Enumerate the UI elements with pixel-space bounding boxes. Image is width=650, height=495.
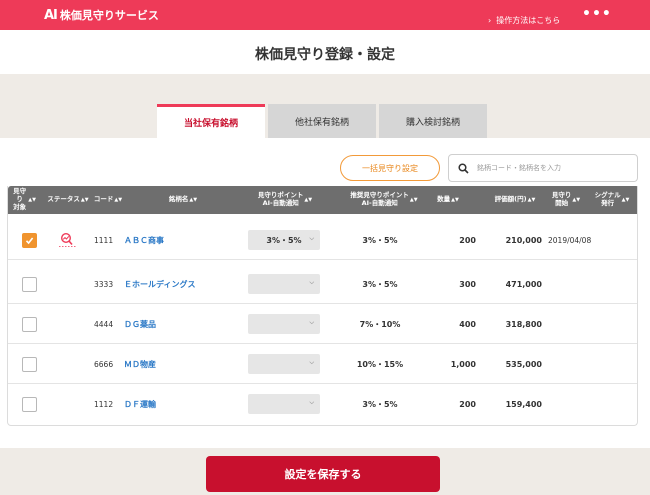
more-menu-icon[interactable]: ••• bbox=[582, 6, 612, 22]
watch-point-select[interactable]: ⌵ bbox=[248, 394, 320, 414]
recommended-point: 7%・10% bbox=[359, 319, 401, 329]
stock-name[interactable]: Ｅホールディングス bbox=[124, 264, 195, 304]
header-signal[interactable]: シグナル 発行 ▲▼ bbox=[590, 186, 634, 214]
valuation: 210,000 bbox=[505, 235, 542, 245]
bulk-watch-button[interactable]: 一括見守り設定 bbox=[340, 155, 440, 181]
header-watch[interactable]: 見守り 対象 ▲▼ bbox=[12, 186, 36, 214]
stock-code: 1111 bbox=[94, 235, 114, 245]
top-bar: AI 株価見守りサービス › 操作方法はこちら ••• bbox=[0, 0, 650, 30]
header-value[interactable]: 評価額(円) ▲▼ bbox=[484, 186, 546, 214]
watch-point-select[interactable]: ⌵ bbox=[248, 314, 320, 334]
valuation: 471,000 bbox=[505, 279, 542, 289]
help-link[interactable]: › 操作方法はこちら bbox=[488, 15, 560, 26]
tab-other-holdings[interactable]: 他社保有銘柄 bbox=[268, 104, 376, 138]
valuation: 535,000 bbox=[505, 359, 542, 369]
quantity: 1,000 bbox=[450, 359, 476, 369]
chevron-down-icon: ⌵ bbox=[309, 279, 314, 286]
watch-checkbox[interactable] bbox=[22, 316, 37, 332]
tab-own-holdings[interactable]: 当社保有銘柄 bbox=[157, 104, 265, 138]
stock-name[interactable]: ＭＤ物産 bbox=[124, 344, 156, 384]
header-code[interactable]: コード ▲▼ bbox=[92, 186, 124, 214]
header-watch-point[interactable]: 見守りポイント AI-自動通知 ▲▼ bbox=[240, 186, 330, 214]
quantity: 200 bbox=[459, 399, 476, 409]
chevron-down-icon: ⌵ bbox=[309, 399, 314, 406]
recommended-point: 3%・5% bbox=[362, 235, 398, 245]
table-row: 3333 Ｅホールディングス ⌵ 3%・5% 300 471,000 bbox=[8, 264, 637, 304]
quantity: 400 bbox=[459, 319, 476, 329]
stock-code: 1112 bbox=[94, 399, 114, 409]
save-settings-button[interactable]: 設定を保存する bbox=[206, 456, 440, 492]
valuation: 318,800 bbox=[505, 319, 542, 329]
title-bar: 株価見守り登録・設定 bbox=[0, 30, 650, 74]
tab-bar: 当社保有銘柄 他社保有銘柄 購入検討銘柄 bbox=[157, 104, 490, 138]
chevron-down-icon: ⌵ bbox=[309, 319, 314, 326]
app-name: 株価見守りサービス bbox=[59, 9, 159, 22]
help-link-label: 操作方法はこちら bbox=[496, 16, 561, 25]
table-row: 6666 ＭＤ物産 ⌵ 10%・15% 1,000 535,000 bbox=[8, 344, 637, 384]
chevron-right-icon: › bbox=[488, 16, 492, 25]
stock-code: 6666 bbox=[94, 359, 114, 369]
stock-code: 3333 bbox=[94, 279, 114, 289]
watch-checkbox[interactable] bbox=[22, 276, 37, 292]
app-logo[interactable]: AI 株価見守りサービス bbox=[44, 7, 159, 23]
table-row: 1111 ＡＢＣ商事 3%・5% ⌵ 3%・5% 200 210,000 2019… bbox=[8, 220, 637, 260]
stock-name[interactable]: ＤＧ薬品 bbox=[124, 304, 156, 344]
search-icon[interactable] bbox=[449, 162, 477, 174]
watch-point-select[interactable]: 3%・5% ⌵ bbox=[248, 230, 320, 250]
watch-checkbox[interactable] bbox=[22, 232, 37, 248]
quantity: 300 bbox=[459, 279, 476, 289]
page-title: 株価見守り登録・設定 bbox=[255, 47, 395, 63]
stock-name[interactable]: ＡＢＣ商事 bbox=[124, 220, 164, 260]
recommended-point: 3%・5% bbox=[362, 279, 398, 289]
tab-purchase-candidates[interactable]: 購入検討銘柄 bbox=[379, 104, 487, 138]
watch-start-date: 2019/04/08 bbox=[548, 235, 592, 245]
holdings-table: 見守り 対象 ▲▼ ステータス ▲▼ コード ▲▼ 銘柄名 ▲▼ 見守りポイント AI-自動… bbox=[7, 186, 638, 426]
search-input[interactable] bbox=[477, 164, 627, 172]
search-box bbox=[448, 154, 638, 182]
valuation: 159,400 bbox=[505, 399, 542, 409]
logo-mark: AI bbox=[44, 7, 58, 23]
header-status[interactable]: ステータス ▲▼ bbox=[45, 186, 91, 214]
watch-point-select[interactable]: ⌵ bbox=[248, 354, 320, 374]
chevron-down-icon: ⌵ bbox=[309, 359, 314, 366]
stock-name[interactable]: ＤＦ運輸 bbox=[124, 384, 156, 424]
recommended-point: 10%・15% bbox=[356, 359, 404, 369]
table-row: 4444 ＤＧ薬品 ⌵ 7%・10% 400 318,800 bbox=[8, 304, 637, 344]
header-start[interactable]: 見守り 開始 ▲▼ bbox=[546, 186, 586, 214]
chevron-down-icon: ⌵ bbox=[309, 235, 314, 242]
recommended-point: 3%・5% bbox=[362, 399, 398, 409]
header-name[interactable]: 銘柄名 ▲▼ bbox=[138, 186, 228, 214]
header-quantity[interactable]: 数量 ▲▼ bbox=[428, 186, 468, 214]
watch-checkbox[interactable] bbox=[22, 396, 37, 412]
magnifier-chart-icon bbox=[58, 220, 78, 260]
quantity: 200 bbox=[459, 235, 476, 245]
watch-point-select[interactable]: ⌵ bbox=[248, 274, 320, 294]
stock-code: 4444 bbox=[94, 319, 114, 329]
header-recommended-point[interactable]: 推奨見守りポイント AI-自動通知 ▲▼ bbox=[334, 186, 434, 214]
watch-checkbox[interactable] bbox=[22, 356, 37, 372]
table-row: 1112 ＤＦ運輸 ⌵ 3%・5% 200 159,400 bbox=[8, 384, 637, 424]
table-header: 見守り 対象 ▲▼ ステータス ▲▼ コード ▲▼ 銘柄名 ▲▼ 見守りポイント AI-自動… bbox=[8, 186, 637, 214]
